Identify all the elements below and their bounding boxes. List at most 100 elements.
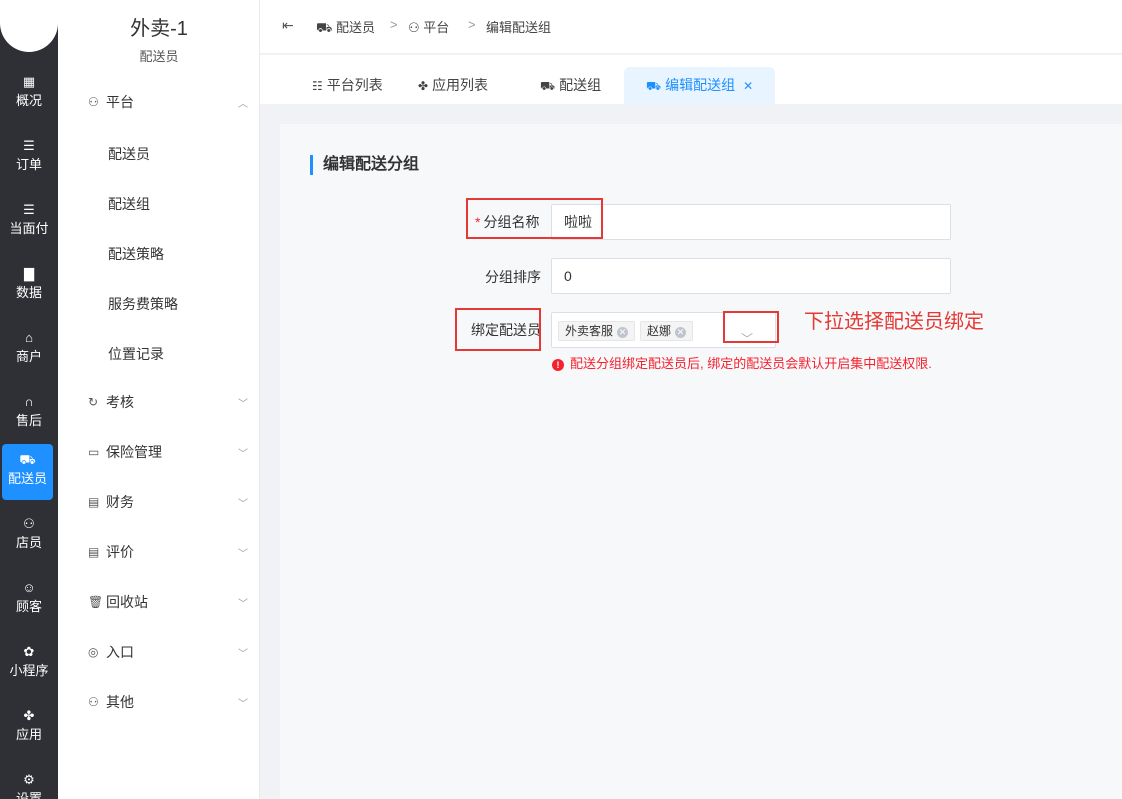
user-list-icon: ⚇ <box>408 20 424 35</box>
tab-label: 应用列表 <box>432 77 489 93</box>
tag-label: 赵娜 <box>647 324 672 338</box>
alert-icon: ! <box>552 359 564 371</box>
group-sort-input[interactable]: 0 <box>551 258 951 294</box>
nav-item-apps[interactable]: ✤ 应用 <box>0 700 58 756</box>
menu-group-assessment[interactable]: ↻ 考核 ﹀ <box>88 390 248 414</box>
menu-group-recycle-bin[interactable]: 🗑 回收站 ﹀ <box>88 590 248 614</box>
menu-item-location-log[interactable]: 位置记录 <box>108 344 164 364</box>
apps-icon: ✤ <box>418 79 429 93</box>
apps-icon: ✤ <box>23 708 35 723</box>
courier-tag: 外卖客服 ✕ <box>558 321 636 341</box>
menu-group-entry[interactable]: ◎ 入口 ﹀ <box>88 640 248 664</box>
compass-icon: ◎ <box>88 645 99 659</box>
nav-item-staff[interactable]: ⚇ 店员 <box>0 508 58 564</box>
tab-edit-courier-group[interactable]: ⛟ 编辑配送组 ✕ <box>624 67 776 104</box>
nav-label: 数据 <box>15 285 42 300</box>
nav-label: 当面付 <box>9 221 49 236</box>
breadcrumb-item-platform[interactable]: ⚇ 平台 <box>408 17 449 36</box>
menu-item-courier-group[interactable]: 配送组 <box>108 194 150 214</box>
close-icon[interactable]: ✕ <box>743 79 753 93</box>
menu-item-courier[interactable]: 配送员 <box>108 144 150 164</box>
annotation-box-name <box>466 198 603 239</box>
scooter-icon: ⛟ <box>646 79 662 93</box>
breadcrumb-label: 平台 <box>423 20 450 35</box>
nav-item-overview[interactable]: ▦ 概况 <box>0 66 58 122</box>
nav-label: 商户 <box>15 349 42 364</box>
menu-group-platform[interactable]: ⚇ 平台 ︿ <box>88 90 248 114</box>
user-list-icon: ⚇ <box>88 95 99 109</box>
tab-label: 编辑配送组 <box>665 77 736 93</box>
nav-label: 售后 <box>15 413 42 428</box>
tab-platform-list[interactable]: ☷ 平台列表 <box>290 67 405 104</box>
list-icon: ☰ <box>23 202 35 217</box>
settings-icon: ⚙ <box>23 772 35 787</box>
document-icon: ▤ <box>88 545 100 559</box>
nav-item-after-sale[interactable]: ∩ 售后 <box>0 386 58 442</box>
menu-group-other[interactable]: ⚇ 其他 ﹀ <box>88 690 248 714</box>
breadcrumb-current: 编辑配送组 <box>486 20 552 35</box>
users-icon: ⚇ <box>23 516 35 531</box>
menu-group-label: 平台 <box>106 94 134 110</box>
headset-icon: ∩ <box>24 394 34 409</box>
tag-remove-icon[interactable]: ✕ <box>675 327 687 338</box>
laptop-icon: ▭ <box>88 445 100 459</box>
menu-group-label: 入口 <box>106 644 134 660</box>
list-icon: ☷ <box>312 79 323 93</box>
store-title: 外卖-1 <box>130 18 188 40</box>
nav-label: 应用 <box>15 727 42 742</box>
trash-icon: 🗑 <box>88 595 104 609</box>
nav-label: 顾客 <box>15 599 42 614</box>
user-circle-icon: ☺ <box>22 580 36 595</box>
nav-item-settings[interactable]: ⚙ 设置 <box>0 764 58 799</box>
nav-label: 订单 <box>15 157 42 172</box>
wechat-icon: ✿ <box>23 644 35 659</box>
tag-label: 外卖客服 <box>565 324 614 338</box>
nav-label: 配送员 <box>7 471 47 486</box>
nav-label: 小程序 <box>9 663 49 678</box>
menu-group-label: 评价 <box>106 544 134 560</box>
scooter-icon: ⛟ <box>316 20 336 35</box>
breadcrumb-separator: > <box>390 17 398 32</box>
nav-item-orders[interactable]: ☰ 订单 <box>0 130 58 186</box>
nav-label: 设置 <box>15 791 42 799</box>
nav-item-courier[interactable]: ⛟ 配送员 <box>2 444 53 500</box>
menu-group-finance[interactable]: ▤ 财务 ﹀ <box>88 490 248 514</box>
nav-item-data[interactable]: ▇ 数据 <box>0 258 58 314</box>
tab-courier-group[interactable]: ⛟ 配送组 <box>518 67 623 104</box>
chevron-down-icon: ﹀ <box>238 398 248 410</box>
nav-item-merchant[interactable]: ⌂ 商户 <box>0 322 58 378</box>
list-icon: ☰ <box>23 138 35 153</box>
tag-remove-icon[interactable]: ✕ <box>617 327 629 338</box>
secondary-menu: 外卖-1 配送员 ⚇ 平台 ︿ 配送员 配送组 配送策略 服务费策略 位置记录 … <box>58 0 260 799</box>
app-logo <box>0 0 58 52</box>
menu-group-insurance[interactable]: ▭ 保险管理 ﹀ <box>88 440 248 464</box>
collapse-menu-icon[interactable]: ⇤ <box>282 17 294 34</box>
annotation-box-bind <box>455 308 541 351</box>
chevron-down-icon: ﹀ <box>238 548 248 560</box>
menu-item-delivery-strategy[interactable]: 配送策略 <box>108 244 164 264</box>
menu-group-label: 其他 <box>106 694 134 710</box>
bind-hint: ! 配送分组绑定配送员后, 绑定的配送员会默认开启集中配送权限. <box>552 353 932 372</box>
bar-chart-icon: ▇ <box>24 266 34 281</box>
courier-tag: 赵娜 ✕ <box>640 321 694 341</box>
scooter-icon: ⛟ <box>19 452 36 467</box>
group-sort-label: 分组排序 <box>485 269 541 285</box>
page-tabs: ☷ 平台列表 ✤ 应用列表 ⛟ 配送组 ⛟ 编辑配送组 ✕ <box>260 55 1122 104</box>
menu-group-label: 财务 <box>106 494 134 510</box>
group-name-input[interactable]: 啦啦 <box>551 204 951 240</box>
hint-text: 配送分组绑定配送员后, 绑定的配送员会默认开启集中配送权限. <box>570 356 932 371</box>
chevron-down-icon: ﹀ <box>238 448 248 460</box>
menu-group-review[interactable]: ▤ 评价 ﹀ <box>88 540 248 564</box>
nav-label: 概况 <box>15 93 42 108</box>
annotation-box-dropdown <box>723 311 779 343</box>
main-content: 编辑配送分组 * 分组名称 啦啦 分组排序 0 绑定配送员 外卖客服 ✕ 赵娜 ✕ ﹀… <box>280 124 1122 799</box>
nav-item-customer[interactable]: ☺ 顾客 <box>0 572 58 628</box>
section-title: 编辑配送分组 <box>310 155 419 175</box>
breadcrumb-item-courier[interactable]: ⛟ 配送员 <box>316 17 375 38</box>
nav-item-mini-program[interactable]: ✿ 小程序 <box>0 636 58 692</box>
menu-item-fee-strategy[interactable]: 服务费策略 <box>108 294 178 314</box>
top-header: ⇤ ⛟ 配送员 > ⚇ 平台 > 编辑配送组 <box>260 0 1122 54</box>
nav-item-face-pay[interactable]: ☰ 当面付 <box>0 194 58 250</box>
tab-app-list[interactable]: ✤ 应用列表 <box>396 67 510 104</box>
nav-label: 店员 <box>15 535 42 550</box>
